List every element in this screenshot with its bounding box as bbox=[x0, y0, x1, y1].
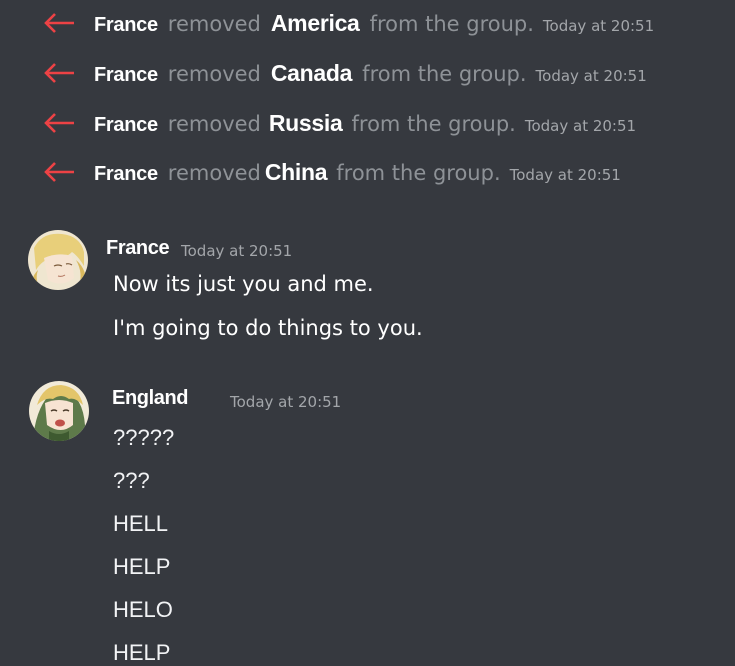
arrow-left-icon bbox=[44, 113, 74, 133]
message-text: I'm going to do things to you. bbox=[113, 316, 423, 340]
system-target-name[interactable]: Russia bbox=[269, 110, 343, 137]
system-target-name[interactable]: Canada bbox=[271, 60, 353, 87]
system-timestamp[interactable]: Today at 20:51 bbox=[536, 67, 647, 85]
message-text: HELL bbox=[113, 511, 169, 536]
avatar[interactable] bbox=[29, 381, 89, 441]
message-timestamp[interactable]: Today at 20:51 bbox=[181, 242, 292, 260]
system-actor-name[interactable]: France bbox=[94, 14, 158, 37]
system-actor-name[interactable]: France bbox=[94, 163, 158, 186]
system-verb: removed bbox=[167, 160, 261, 185]
system-target-name[interactable]: America bbox=[271, 10, 360, 37]
england-avatar-image bbox=[29, 381, 89, 441]
message-text: ??? bbox=[113, 468, 150, 493]
system-timestamp[interactable]: Today at 20:51 bbox=[543, 17, 654, 35]
system-timestamp[interactable]: Today at 20:51 bbox=[510, 166, 621, 184]
system-actor-name[interactable]: France bbox=[94, 114, 158, 137]
arrow-left-icon bbox=[44, 13, 74, 33]
avatar[interactable] bbox=[28, 230, 88, 290]
author-name[interactable]: England bbox=[112, 387, 188, 410]
system-target-name[interactable]: China bbox=[265, 159, 328, 186]
system-rest-text: from the group. bbox=[336, 160, 501, 185]
system-rest-text: from the group. bbox=[369, 11, 534, 36]
message-text: HELP bbox=[113, 640, 171, 665]
message-text: Now its just you and me. bbox=[113, 272, 374, 296]
france-avatar-image bbox=[28, 230, 88, 290]
system-actor-name[interactable]: France bbox=[94, 64, 158, 87]
message-text: ????? bbox=[113, 425, 175, 450]
system-verb: removed bbox=[167, 61, 261, 86]
system-timestamp[interactable]: Today at 20:51 bbox=[525, 117, 636, 135]
message-text: HELP bbox=[113, 554, 171, 579]
message-text: HELO bbox=[113, 597, 173, 622]
system-verb: removed bbox=[167, 11, 261, 36]
system-verb: removed bbox=[167, 111, 261, 136]
author-name[interactable]: France bbox=[106, 237, 170, 260]
arrow-left-icon bbox=[44, 63, 74, 83]
message-timestamp[interactable]: Today at 20:51 bbox=[230, 393, 341, 411]
system-rest-text: from the group. bbox=[362, 61, 527, 86]
system-rest-text: from the group. bbox=[351, 111, 516, 136]
arrow-left-icon bbox=[44, 162, 74, 182]
